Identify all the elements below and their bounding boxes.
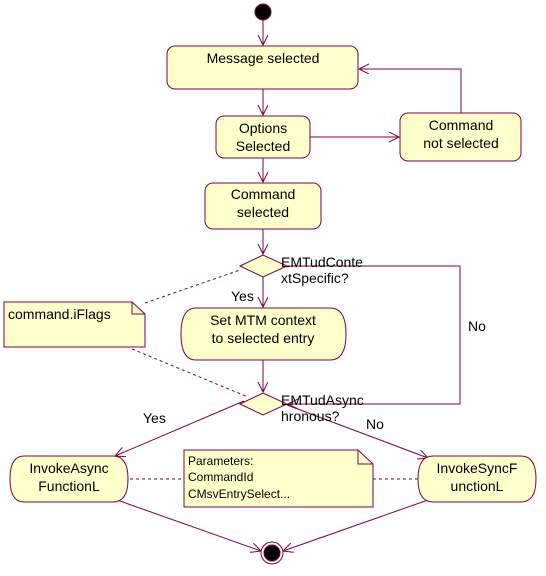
action-label-line2: FunctionL bbox=[38, 478, 100, 494]
note-text-line2: CommandId bbox=[188, 470, 253, 484]
decision-context-specific[interactable]: EMTudConte xtSpecific? bbox=[238, 254, 363, 286]
state-options-selected[interactable]: Options Selected bbox=[215, 115, 311, 159]
state-label-line2: not selected bbox=[423, 135, 499, 151]
action-set-mtm-context[interactable]: Set MTM context to selected entry bbox=[180, 307, 347, 361]
transition-not-selected-to-message bbox=[359, 69, 462, 113]
guard-async-no: No bbox=[366, 416, 384, 432]
decision-label-line1: EMTudConte bbox=[281, 254, 363, 270]
note-command-iflags: command.iFlags bbox=[3, 301, 146, 348]
decision-label-line1: EMTudAsync bbox=[281, 392, 364, 408]
action-label-line2: to selected entry bbox=[212, 330, 315, 346]
decision-label-line2: hronous? bbox=[281, 408, 340, 424]
decision-label-line2: xtSpecific? bbox=[281, 270, 349, 286]
action-invoke-sync[interactable]: InvokeSyncF unctionL bbox=[417, 455, 537, 503]
state-command-not-selected[interactable]: Command not selected bbox=[399, 112, 522, 162]
guard-context-no: No bbox=[468, 318, 486, 334]
note-text-line3: CMsvEntrySelect... bbox=[188, 487, 290, 501]
state-label-line1: Command bbox=[429, 117, 494, 133]
state-command-selected[interactable]: Command selected bbox=[204, 182, 322, 230]
guard-async-yes: Yes bbox=[143, 410, 166, 426]
action-label-line1: InvokeSyncF bbox=[437, 460, 518, 476]
note-anchor-flags-to-decision1 bbox=[144, 269, 241, 304]
state-label-line1: Options bbox=[239, 120, 287, 136]
decision-asynchronous[interactable]: EMTudAsync hronous? bbox=[238, 392, 364, 424]
initial-node bbox=[254, 3, 272, 21]
transition-sync-to-end bbox=[283, 499, 429, 551]
final-node bbox=[260, 541, 284, 565]
transition-decision2-yes bbox=[115, 400, 245, 456]
note-text-line1: Parameters: bbox=[188, 454, 253, 468]
state-message-selected[interactable]: Message selected bbox=[166, 45, 359, 90]
action-label-line1: Set MTM context bbox=[210, 312, 316, 328]
state-label-line2: selected bbox=[237, 204, 289, 220]
action-invoke-async[interactable]: InvokeAsync FunctionL bbox=[9, 455, 129, 503]
note-parameters: Parameters: CommandId CMsvEntrySelect... bbox=[183, 449, 374, 508]
activity-diagram: Message selected Options Selected Comman… bbox=[3, 3, 537, 565]
guard-context-yes: Yes bbox=[231, 288, 254, 304]
action-label-line1: InvokeAsync bbox=[29, 460, 108, 476]
transition-async-to-end bbox=[116, 499, 261, 551]
state-label-line2: Selected bbox=[236, 138, 290, 154]
state-label: Message selected bbox=[207, 50, 320, 66]
action-label-line2: unctionL bbox=[451, 478, 504, 494]
state-label-line1: Command bbox=[231, 186, 296, 202]
note-text: command.iFlags bbox=[8, 306, 111, 322]
